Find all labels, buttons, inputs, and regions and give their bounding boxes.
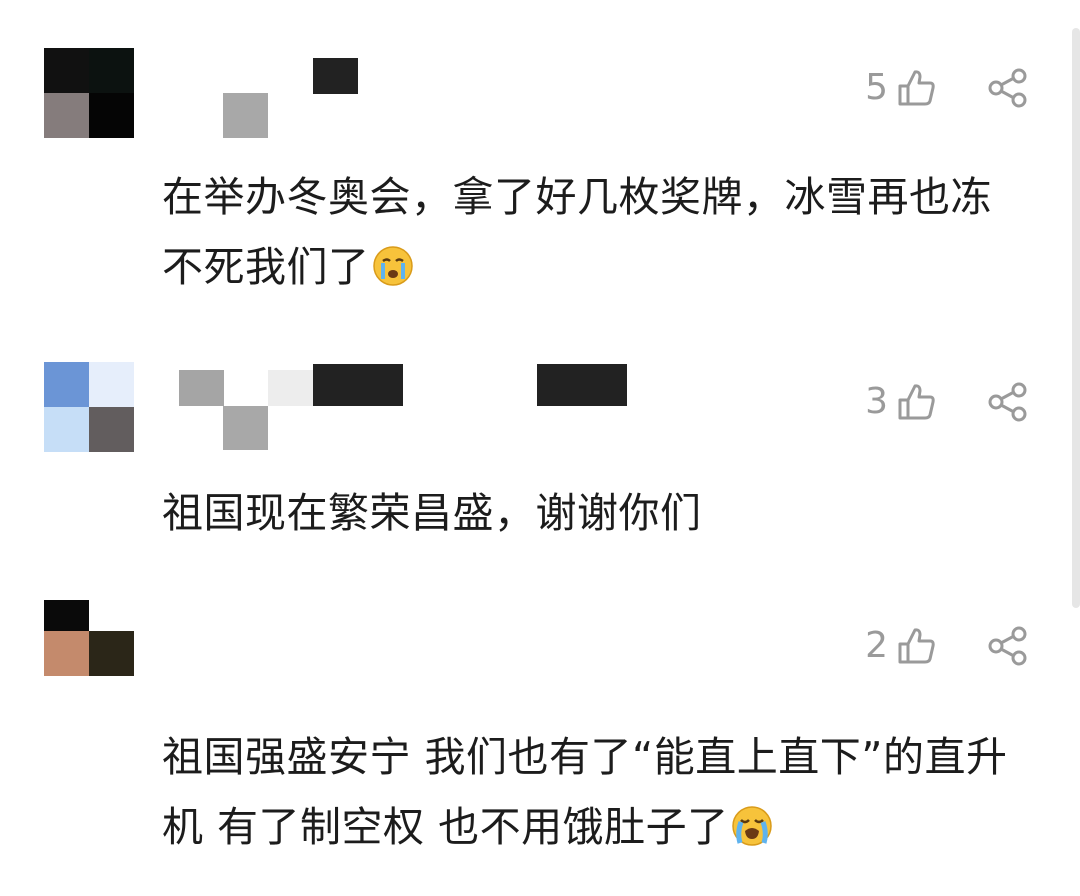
- thumbs-up-icon[interactable]: [894, 380, 938, 424]
- avatar[interactable]: [44, 600, 134, 676]
- comment-actions: 5: [865, 66, 1030, 110]
- comment-text: 祖国现在繁荣昌盛，谢谢你们: [162, 478, 1032, 548]
- comment-text: 在举办冬奥会，拿了好几枚奖牌，冰雪再也冻不死我们了: [162, 162, 1032, 302]
- avatar[interactable]: [44, 362, 134, 452]
- share-icon[interactable]: [986, 624, 1030, 668]
- comment-actions: 2: [865, 624, 1030, 668]
- scrollbar[interactable]: [1072, 28, 1080, 608]
- comment-body: 在举办冬奥会，拿了好几枚奖牌，冰雪再也冻不死我们了: [162, 173, 992, 291]
- comment-actions: 3: [865, 380, 1030, 424]
- comment-body: 祖国现在繁荣昌盛，谢谢你们: [162, 489, 702, 537]
- like-count: 2: [865, 625, 888, 666]
- share-icon[interactable]: [986, 66, 1030, 110]
- comment-text: 祖国强盛安宁 我们也有了“能直上直下”的直升机 有了制空权 也不用饿肚子了: [162, 722, 1032, 862]
- like-count: 3: [865, 381, 888, 422]
- loudly-crying-face-emoji: [731, 798, 773, 846]
- share-icon[interactable]: [986, 380, 1030, 424]
- like-count: 5: [865, 67, 888, 108]
- thumbs-up-icon[interactable]: [894, 624, 938, 668]
- crying-face-emoji: [372, 238, 414, 286]
- comment-body: 祖国强盛安宁 我们也有了“能直上直下”的直升机 有了制空权 也不用饿肚子了: [162, 733, 1008, 851]
- avatar[interactable]: [44, 48, 134, 138]
- thumbs-up-icon[interactable]: [894, 66, 938, 110]
